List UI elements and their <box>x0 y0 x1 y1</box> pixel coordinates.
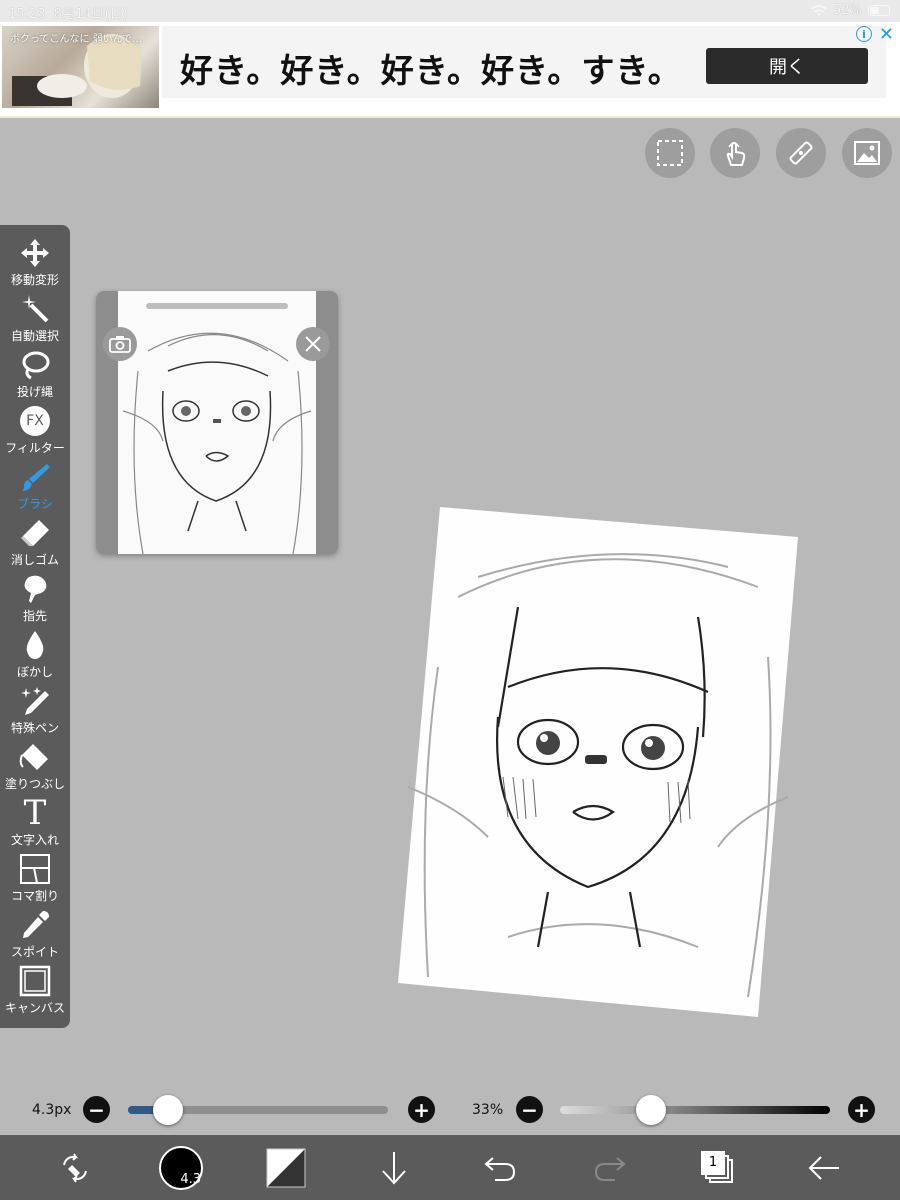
tool-eyedropper[interactable]: スポイト <box>0 907 70 963</box>
opacity-minus-button[interactable]: − <box>516 1096 543 1123</box>
layers-button[interactable]: 1 <box>696 1135 740 1200</box>
redo-button[interactable] <box>588 1135 632 1200</box>
color-circle[interactable]: 4.3 <box>159 1145 203 1190</box>
undo-button[interactable] <box>478 1135 522 1200</box>
special-pen-icon <box>21 687 49 715</box>
ruler-icon <box>789 141 813 165</box>
tool-lasso[interactable]: 投げ縄 <box>0 347 70 403</box>
back-icon <box>808 1155 839 1180</box>
frame-divider-icon <box>20 854 50 884</box>
tool-sidebar: 移動変形 自動選択 投げ縄 FX フィルター ブラシ 消しゴム 指先 ぼかし 特… <box>0 225 70 1028</box>
layer-count: 1 <box>701 1150 725 1175</box>
tool-filter[interactable]: FX フィルター <box>0 403 70 459</box>
blur-drop-icon <box>26 631 44 659</box>
tool-fill[interactable]: 塗りつぶし <box>0 739 70 795</box>
opacity-plus-button[interactable]: + <box>848 1096 875 1123</box>
close-icon <box>305 336 321 352</box>
opacity-knob[interactable] <box>636 1095 666 1125</box>
brush-preview-button[interactable] <box>264 1135 308 1200</box>
download-button[interactable] <box>372 1135 416 1200</box>
transform-swap-button[interactable] <box>50 1135 100 1200</box>
reference-close-button[interactable] <box>296 327 330 361</box>
ad-banner[interactable]: ボクってこんなに 弱いんで… 好き。好き。好き。好き。すき。 開く i ✕ <box>0 22 900 118</box>
camera-icon <box>109 336 131 353</box>
dashed-rect-icon <box>657 140 683 166</box>
eraser-icon <box>21 520 49 546</box>
redo-icon <box>594 1156 626 1181</box>
opacity-label: 33% <box>472 1102 504 1118</box>
ad-info-icon[interactable]: i <box>856 26 872 42</box>
reference-sketch <box>122 332 312 554</box>
tool-frame-divider[interactable]: コマ割り <box>0 851 70 907</box>
canvas-artwork <box>398 507 798 1017</box>
reference-window[interactable] <box>96 291 338 554</box>
image-icon <box>854 141 880 165</box>
ad-thumbnail-caption: ボクってこんなに 弱いんで… <box>10 34 143 45</box>
brush-size-knob[interactable] <box>153 1095 183 1125</box>
opacity-track[interactable] <box>560 1106 830 1114</box>
tool-brush[interactable]: ブラシ <box>0 459 70 515</box>
ad-thumbnail[interactable]: ボクってこんなに 弱いんで… <box>2 26 159 108</box>
battery-icon <box>868 5 890 16</box>
brush-icon <box>22 464 50 491</box>
ad-close-icon[interactable]: ✕ <box>879 24 894 45</box>
layers-icon[interactable]: 1 <box>701 1150 735 1185</box>
finger-icon <box>24 575 47 603</box>
undo-icon <box>484 1156 516 1181</box>
lasso-icon <box>22 351 50 380</box>
status-right: 52% <box>811 3 890 18</box>
tool-eraser[interactable]: 消しゴム <box>0 515 70 571</box>
brush-preview-icon <box>266 1148 306 1187</box>
brush-size-label: 4.3px <box>32 1102 72 1118</box>
drawing-canvas[interactable] <box>398 507 798 1017</box>
material-tool-button[interactable] <box>842 128 892 178</box>
tool-canvas[interactable]: キャンバス <box>0 963 70 1019</box>
tool-blur[interactable]: ぼかし <box>0 627 70 683</box>
back-button[interactable] <box>802 1135 846 1200</box>
tool-finger[interactable]: 指先 <box>0 571 70 627</box>
transform-swap-icon <box>63 1152 87 1183</box>
battery-percent: 52% <box>833 3 862 18</box>
eyedropper-icon <box>23 911 49 938</box>
brush-size-readout: 4.3 <box>180 1171 201 1187</box>
slider-row: 4.3px − + 33% − + <box>0 1090 900 1130</box>
selection-tool-button[interactable] <box>645 128 695 178</box>
color-button[interactable]: 4.3 <box>156 1135 206 1200</box>
camera-button[interactable] <box>103 327 137 361</box>
tool-special-pen[interactable]: 特殊ペン <box>0 683 70 739</box>
ad-headline[interactable]: 好き。好き。好き。好き。すき。 <box>180 44 682 92</box>
fx-icon: FX <box>20 406 50 436</box>
tool-move-transform[interactable]: 移動変形 <box>0 235 70 291</box>
download-icon <box>382 1151 406 1184</box>
wifi-icon <box>811 4 828 16</box>
brush-size-plus-button[interactable]: + <box>408 1096 435 1123</box>
ad-open-button[interactable]: 開く <box>706 48 868 84</box>
magic-wand-icon <box>22 295 49 323</box>
gesture-tool-button[interactable] <box>710 128 760 178</box>
bucket-icon <box>19 744 48 770</box>
canvas-icon <box>19 965 51 997</box>
text-icon: T <box>23 793 47 833</box>
reference-image <box>118 291 316 554</box>
brush-size-minus-button[interactable]: − <box>83 1096 110 1123</box>
hand-tap-icon <box>726 141 746 166</box>
bottom-toolbar: 4.3 1 <box>0 1135 900 1200</box>
tool-text[interactable]: T 文字入れ <box>0 795 70 851</box>
reference-drag-handle[interactable] <box>146 303 288 309</box>
status-bar: 15:23 8月14日(日) 52% <box>0 0 900 22</box>
ruler-tool-button[interactable] <box>776 128 826 178</box>
status-time: 15:23 8月14日(日) <box>8 7 128 22</box>
move-arrows-icon <box>21 239 49 267</box>
tool-auto-select[interactable]: 自動選択 <box>0 291 70 347</box>
